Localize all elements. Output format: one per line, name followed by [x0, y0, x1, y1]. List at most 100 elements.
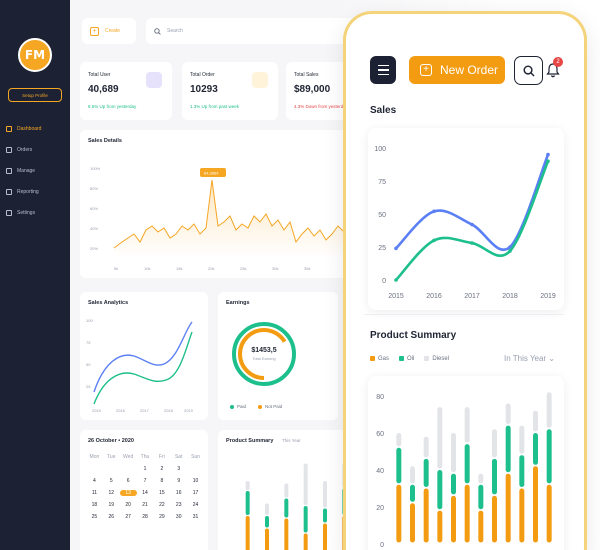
stat-label: Total Sales [294, 72, 319, 78]
y-tick-label: 0 [380, 542, 384, 549]
calendar-day [103, 466, 120, 472]
calendar-day[interactable]: 30 [170, 514, 187, 520]
calendar-day[interactable]: 20 [120, 502, 137, 508]
calendar-weekday: Sun [191, 454, 201, 460]
y-tick-label: 25 [86, 384, 91, 389]
new-order-button[interactable]: + New Order [409, 56, 505, 84]
x-tick-label: 2019 [184, 408, 194, 413]
mini-bar-segment [303, 533, 308, 550]
calendar-day[interactable]: 9 [170, 478, 187, 484]
calendar-day[interactable]: 24 [187, 502, 204, 508]
sidebar-item-orders[interactable]: Orders [6, 139, 66, 160]
bar-segment-gas [478, 510, 484, 543]
mini-bar-segment [284, 498, 289, 518]
sidebar-item-settings[interactable]: Settings [6, 202, 66, 223]
stat-value: 40,689 [88, 84, 119, 95]
calendar-day[interactable]: 2 [153, 466, 170, 472]
calendar-day[interactable]: 6 [120, 478, 137, 484]
plus-icon: + [90, 26, 99, 36]
sidebar-item-manage[interactable]: Manage [6, 160, 66, 181]
bar-segment-diesel [451, 433, 456, 473]
calendar-day[interactable]: 4 [86, 478, 103, 484]
data-point [546, 159, 550, 163]
sidebar-item-label: Orders [17, 146, 33, 153]
calendar-weekday: Fri [158, 454, 165, 460]
calendar-day[interactable]: 15 [153, 490, 170, 496]
menu-button[interactable] [370, 56, 396, 84]
calendar-day[interactable]: 16 [170, 490, 187, 496]
calendar-weekday: Sat [174, 454, 183, 460]
calendar-day[interactable]: 23 [170, 502, 187, 508]
calendar-day[interactable]: 7 [137, 478, 154, 484]
y-tick-label: 0 [382, 278, 386, 285]
x-tick-label: 15k [176, 266, 182, 271]
calendar-day[interactable]: 13 [119, 490, 137, 496]
sidebar-item-dashboard[interactable]: Dashboard [6, 118, 66, 139]
mini-bar-segment [323, 523, 327, 550]
x-tick-label: 5k [114, 266, 118, 271]
bar-segment-oil [423, 458, 429, 487]
calendar-day[interactable]: 12 [103, 490, 120, 496]
calendar-day[interactable]: 3 [170, 466, 187, 472]
calendar-day[interactable]: 27 [120, 514, 137, 520]
bar-segment-gas [410, 503, 415, 543]
calendar-day[interactable]: 11 [86, 490, 103, 496]
calendar-day[interactable]: 1 [137, 466, 154, 472]
calendar-day [120, 466, 137, 472]
bar-segment-diesel [533, 410, 538, 432]
bar-segment-diesel [519, 425, 525, 454]
x-tick-label: 30k [272, 266, 278, 271]
sidebar-item-label: Reporting [17, 188, 39, 195]
notification-badge: 2 [553, 57, 563, 67]
bar-segment-oil [451, 473, 456, 495]
y-tick-label: 75 [378, 179, 386, 186]
calendar-weekday: Mon [89, 454, 100, 460]
y-tick-label: 80 [376, 394, 384, 401]
search-button[interactable] [514, 56, 543, 85]
bar-segment-oil [519, 455, 525, 487]
bar-segment-oil [492, 458, 497, 495]
calendar-day[interactable]: 29 [153, 514, 170, 520]
calendar-day[interactable]: 25 [86, 514, 103, 520]
reporting-icon [6, 188, 12, 195]
bar-segment-gas [533, 466, 538, 543]
calendar-day[interactable]: 5 [103, 478, 120, 484]
sidebar-item-label: Manage [17, 167, 36, 174]
earnings-card: Earnings $1453,5 Total Earning Paid Not … [218, 292, 338, 420]
legend-label: Not Paid [265, 404, 283, 409]
calendar-day[interactable]: 22 [153, 502, 170, 508]
calendar-day[interactable]: 21 [137, 502, 154, 508]
calendar-day[interactable]: 14 [137, 490, 154, 496]
calendar-day[interactable]: 17 [187, 490, 204, 496]
stat-label: Total User [88, 72, 111, 78]
sales-line-chart: 0 25 50 75 100 2015 2016 2017 2018 2019 [374, 146, 556, 300]
data-point [470, 222, 474, 227]
calendar-day[interactable]: 28 [137, 514, 154, 520]
search-input[interactable]: Search [146, 18, 356, 44]
sales-analytics-chart: 100 75 50 25 2015 2016 2017 2018 2019 [86, 318, 194, 413]
earnings-legend: Paid Not Paid [230, 404, 282, 409]
year-filter-dropdown[interactable]: In This Year ⌄ [504, 354, 555, 363]
calendar-day[interactable]: 26 [103, 514, 120, 520]
search-icon [154, 27, 161, 35]
mini-bar-segment [323, 508, 327, 523]
product-summary-bar-chart: 020406080JaFeMaApMaJuJulAuSeOcNoDe [376, 392, 552, 549]
search-icon [522, 64, 535, 77]
x-tick-label: 2015 [388, 293, 404, 300]
calendar-grid: Mon Tue Wed Thu Fri Sat Sun 1 2 3 4 5 6 7 8 9 10 11 12 13 14… [86, 454, 204, 526]
x-tick-label: 2017 [140, 408, 150, 413]
dashboard-icon [6, 125, 12, 132]
bar-segment-diesel [478, 473, 484, 484]
mobile-frame: + New Order 2 Sales 0 25 50 75 100 2015 2016 20… [346, 14, 584, 550]
calendar-day[interactable]: 19 [103, 502, 120, 508]
legend-item-gas: Gas [370, 356, 389, 362]
calendar-day[interactable]: 8 [153, 478, 170, 484]
create-button[interactable]: + Create [82, 18, 136, 44]
bar-segment-oil [478, 484, 484, 510]
calendar-day[interactable]: 10 [187, 478, 204, 484]
sidebar-item-reporting[interactable]: Reporting [6, 181, 66, 202]
setup-profile-button[interactable]: Setup Profile [8, 88, 62, 102]
data-point [470, 241, 474, 245]
calendar-day[interactable]: 31 [187, 514, 204, 520]
calendar-day[interactable]: 18 [86, 502, 103, 508]
